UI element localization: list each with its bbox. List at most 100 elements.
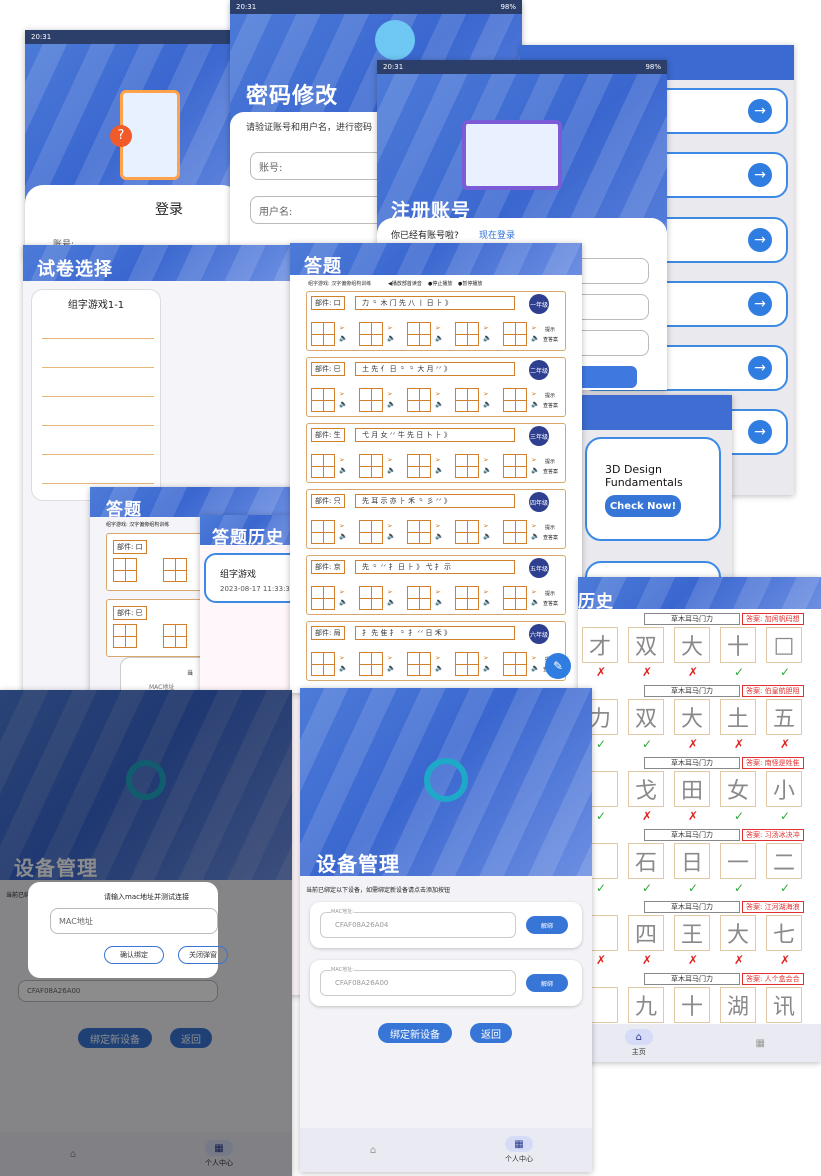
write-box[interactable] [113,624,137,648]
course-card[interactable]: 3D Design Fundamentals Check Now! [585,437,721,541]
bind-new-button[interactable]: 绑定新设备 [378,1023,452,1043]
send-icon[interactable]: ➢ [531,522,537,530]
nav-profile[interactable]: ▦ [746,1035,774,1051]
speaker-icon[interactable]: 🔈 [387,466,396,474]
write-box[interactable] [113,558,137,582]
send-icon[interactable]: ➢ [387,654,393,662]
send-icon[interactable]: ➢ [483,522,489,530]
send-icon[interactable]: ➢ [339,456,345,464]
speaker-icon[interactable]: 🔈 [483,598,492,606]
speaker-icon[interactable]: 🔈 [483,466,492,474]
speaker-icon[interactable]: 🔈 [339,664,348,672]
speaker-icon[interactable]: 🔈 [339,400,348,408]
write-box[interactable] [503,322,527,346]
mac-input[interactable]: MAC地址 [50,908,218,934]
write-box[interactable] [455,586,479,610]
write-box[interactable] [455,520,479,544]
write-box[interactable] [407,586,431,610]
send-icon[interactable]: ➢ [435,654,441,662]
write-box[interactable] [311,520,335,544]
speaker-icon[interactable]: 🔈 [435,466,444,474]
write-box[interactable] [163,558,187,582]
write-box[interactable] [407,454,431,478]
send-icon[interactable]: ➢ [483,324,489,332]
send-icon[interactable]: ➢ [339,522,345,530]
write-box[interactable] [407,520,431,544]
arrow-right-icon[interactable]: → [748,292,772,316]
send-icon[interactable]: ➢ [387,588,393,596]
speaker-icon[interactable]: 🔈 [387,334,396,342]
send-icon[interactable]: ➢ [531,324,537,332]
speaker-icon[interactable]: 🔈 [339,532,348,540]
speaker-icon[interactable]: 🔈 [483,532,492,540]
speaker-icon[interactable]: 🔈 [339,466,348,474]
send-icon[interactable]: ➢ [435,588,441,596]
arrow-right-icon[interactable]: → [748,228,772,252]
arrow-right-icon[interactable]: → [748,420,772,444]
check-answer-link[interactable]: 查答案 [543,402,558,409]
speaker-icon[interactable]: 🔈 [483,334,492,342]
write-box[interactable] [311,322,335,346]
close-dialog-button[interactable]: 关闭弹窗 [178,946,228,964]
write-box[interactable] [503,586,527,610]
check-now-button[interactable]: Check Now! [605,495,681,517]
speaker-icon[interactable]: 🔈 [531,466,540,474]
write-box[interactable] [311,454,335,478]
send-icon[interactable]: ➢ [387,456,393,464]
write-box[interactable] [311,652,335,676]
write-box[interactable] [407,652,431,676]
write-box[interactable] [407,388,431,412]
write-box[interactable] [359,586,383,610]
nav-home[interactable]: ⌂ 主页 [624,1029,653,1057]
write-box[interactable] [311,388,335,412]
check-answer-link[interactable]: 查答案 [543,468,558,475]
send-icon[interactable]: ➢ [435,522,441,530]
back-button[interactable]: 返回 [470,1023,512,1043]
send-icon[interactable]: ➢ [387,390,393,398]
speaker-icon[interactable]: 🔈 [339,598,348,606]
confirm-bind-button[interactable]: 确认绑定 [104,946,164,964]
write-box[interactable] [359,322,383,346]
write-box[interactable] [163,624,187,648]
write-box[interactable] [359,454,383,478]
nav-home[interactable]: ⌂ [359,1142,387,1158]
hint-link[interactable]: 提示 [545,590,555,597]
send-icon[interactable]: ➢ [483,588,489,596]
hint-link[interactable]: 提示 [545,524,555,531]
speaker-icon[interactable]: 🔈 [387,598,396,606]
write-box[interactable] [407,322,431,346]
write-box[interactable] [359,388,383,412]
send-icon[interactable]: ➢ [435,324,441,332]
speaker-icon[interactable]: 🔈 [387,532,396,540]
edit-fab[interactable]: ✎ [545,653,571,679]
write-box[interactable] [455,652,479,676]
send-icon[interactable]: ➢ [339,390,345,398]
speaker-icon[interactable]: 🔈 [387,400,396,408]
send-icon[interactable]: ➢ [531,390,537,398]
speaker-icon[interactable]: 🔈 [435,664,444,672]
send-icon[interactable]: ➢ [339,324,345,332]
send-icon[interactable]: ➢ [435,390,441,398]
send-icon[interactable]: ➢ [483,456,489,464]
send-icon[interactable]: ➢ [387,522,393,530]
arrow-right-icon[interactable]: → [748,163,772,187]
write-box[interactable] [311,586,335,610]
login-now-link[interactable]: 现在登录 [479,228,515,241]
hint-link[interactable]: 提示 [545,458,555,465]
check-answer-link[interactable]: 查答案 [543,600,558,607]
unbind-button[interactable]: 解绑 [526,974,568,992]
paper-card[interactable]: 组字游戏1-1 [31,289,161,501]
write-box[interactable] [359,520,383,544]
speaker-icon[interactable]: 🔈 [531,664,540,672]
unbind-button[interactable]: 解绑 [526,916,568,934]
speaker-icon[interactable]: 🔈 [531,598,540,606]
speaker-icon[interactable]: 🔈 [387,664,396,672]
speaker-icon[interactable]: 🔈 [531,334,540,342]
hint-link[interactable]: 提示 [545,392,555,399]
send-icon[interactable]: ➢ [531,588,537,596]
speaker-icon[interactable]: 🔈 [435,532,444,540]
send-icon[interactable]: ➢ [531,654,537,662]
write-box[interactable] [455,454,479,478]
speaker-icon[interactable]: 🔈 [483,664,492,672]
arrow-right-icon[interactable]: → [748,356,772,380]
